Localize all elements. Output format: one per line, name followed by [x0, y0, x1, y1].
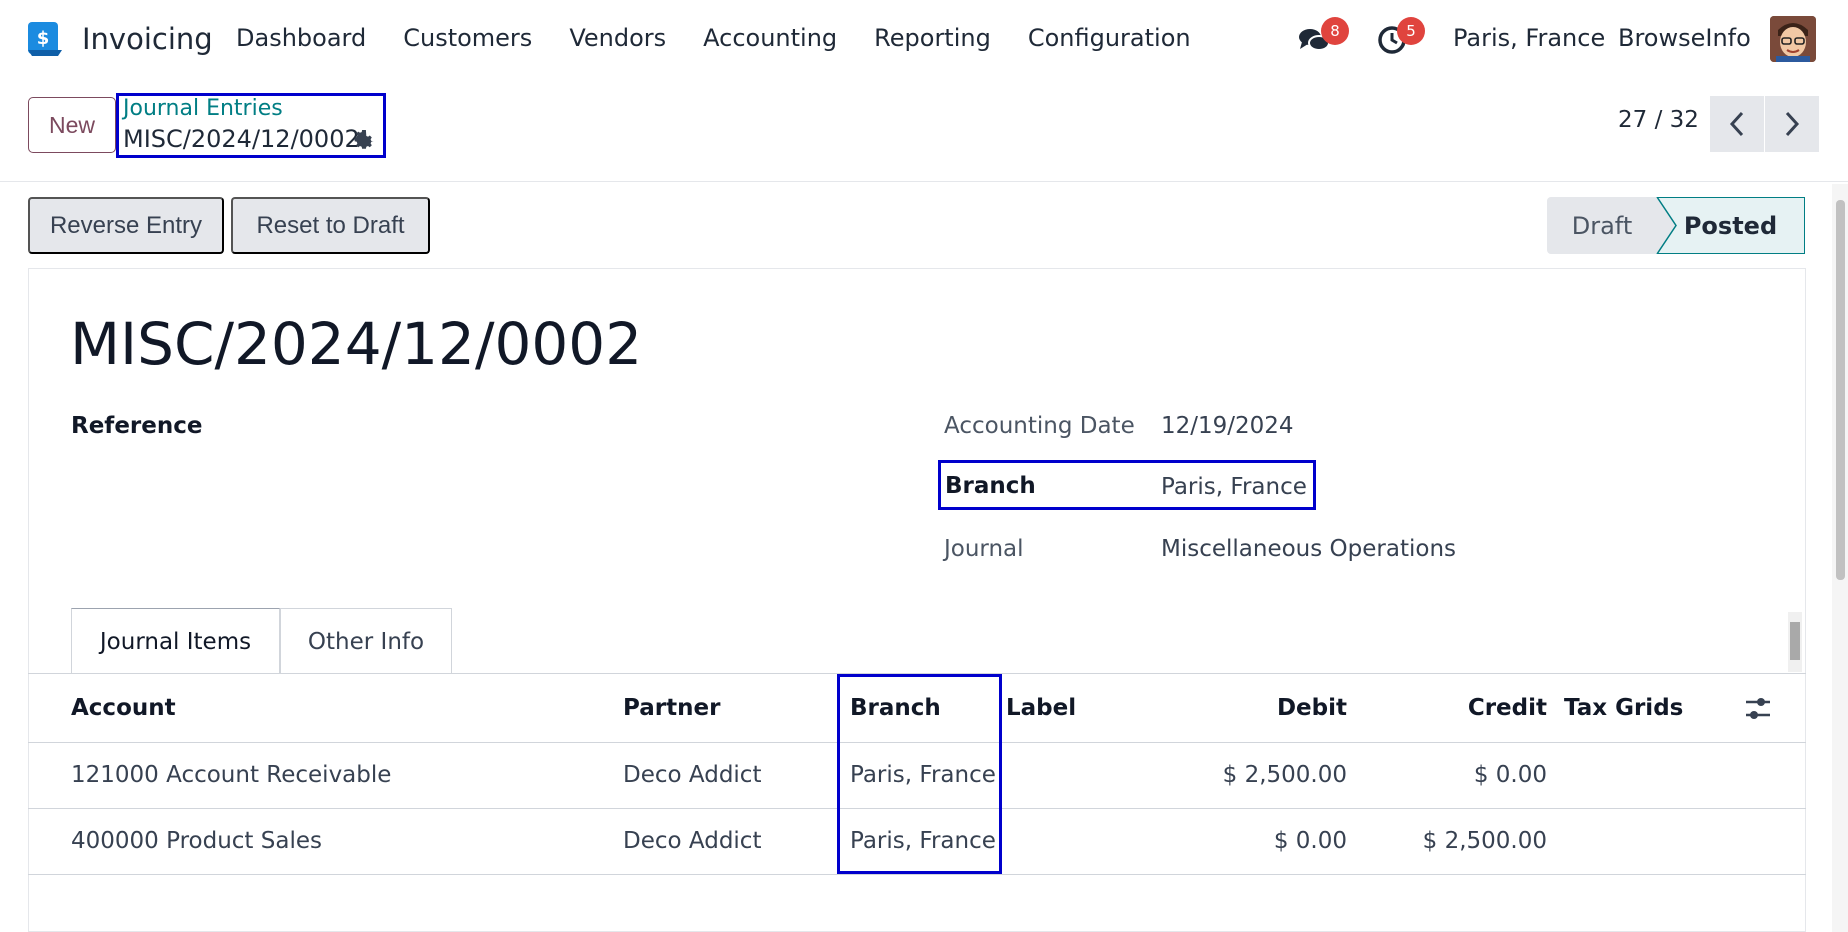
pager-next-button[interactable] — [1765, 96, 1819, 152]
page-scrollbar-thumb[interactable] — [1836, 200, 1845, 580]
reverse-entry-button[interactable]: Reverse Entry — [28, 197, 224, 254]
column-debit[interactable]: Debit — [1200, 695, 1347, 721]
menu-dashboard[interactable]: Dashboard — [236, 24, 366, 52]
cell-debit[interactable]: $ 2,500.00 — [1150, 762, 1347, 788]
cell-credit[interactable]: $ 2,500.00 — [1350, 828, 1547, 854]
messages-badge: 8 — [1321, 17, 1349, 45]
cell-account[interactable]: 121000 Account Receivable — [71, 762, 391, 788]
cell-credit[interactable]: $ 0.00 — [1350, 762, 1547, 788]
breadcrumb-current-record: MISC/2024/12/0002 — [123, 125, 360, 153]
user-avatar[interactable] — [1770, 16, 1816, 62]
chevron-right-icon — [1785, 111, 1800, 137]
company-switcher[interactable]: Paris, France — [1453, 24, 1605, 52]
cell-account[interactable]: 400000 Product Sales — [71, 828, 322, 854]
cell-partner[interactable]: Deco Addict — [623, 828, 761, 854]
column-settings-icon[interactable] — [1744, 696, 1772, 722]
invoicing-app-icon[interactable]: $ — [26, 20, 64, 58]
journal-label: Journal — [944, 536, 1024, 562]
menu-accounting[interactable]: Accounting — [703, 24, 837, 52]
column-partner[interactable]: Partner — [623, 695, 720, 721]
row-divider — [28, 874, 1806, 875]
reference-label: Reference — [71, 413, 203, 439]
activities-badge: 5 — [1397, 17, 1425, 45]
pager-previous-button[interactable] — [1710, 96, 1764, 152]
top-navbar: $ Invoicing Dashboard Customers Vendors … — [0, 0, 1848, 80]
accounting-date-value[interactable]: 12/19/2024 — [1161, 413, 1294, 439]
accounting-date-label: Accounting Date — [944, 413, 1135, 439]
menu-reporting[interactable]: Reporting — [874, 24, 991, 52]
tab-journal-items[interactable]: Journal Items — [71, 608, 280, 674]
tab-other-info[interactable]: Other Info — [280, 608, 452, 674]
svg-text:$: $ — [37, 28, 50, 49]
status-draft[interactable]: Draft — [1547, 197, 1657, 254]
column-credit[interactable]: Credit — [1400, 695, 1547, 721]
main-menu: Dashboard Customers Vendors Accounting R… — [236, 24, 1228, 52]
branch-column-highlight — [837, 674, 1002, 874]
column-account[interactable]: Account — [71, 695, 176, 721]
tabs-scrollbar-thumb[interactable] — [1790, 622, 1800, 660]
reset-to-draft-button[interactable]: Reset to Draft — [231, 197, 430, 254]
menu-configuration[interactable]: Configuration — [1028, 24, 1191, 52]
new-button[interactable]: New — [28, 97, 116, 153]
pager-value[interactable]: 27 / 32 — [1618, 107, 1699, 133]
control-panel: New Journal Entries MISC/2024/12/0002 27… — [0, 80, 1848, 182]
status-arrow-icon — [1654, 197, 1677, 254]
column-tax-grids[interactable]: Tax Grids — [1564, 695, 1683, 721]
gear-icon[interactable] — [352, 128, 376, 152]
chevron-left-icon — [1729, 111, 1744, 137]
menu-vendors[interactable]: Vendors — [569, 24, 666, 52]
breadcrumb-journal-entries[interactable]: Journal Entries — [123, 96, 283, 121]
cell-debit[interactable]: $ 0.00 — [1150, 828, 1347, 854]
journal-value[interactable]: Miscellaneous Operations — [1161, 536, 1456, 562]
user-menu[interactable]: BrowseInfo — [1618, 24, 1751, 52]
record-title: MISC/2024/12/0002 — [70, 310, 643, 378]
branch-label: Branch — [945, 473, 1036, 499]
app-name[interactable]: Invoicing — [82, 22, 213, 56]
menu-customers[interactable]: Customers — [403, 24, 532, 52]
cell-partner[interactable]: Deco Addict — [623, 762, 761, 788]
branch-value[interactable]: Paris, France — [1161, 474, 1307, 500]
column-label[interactable]: Label — [1006, 695, 1076, 721]
